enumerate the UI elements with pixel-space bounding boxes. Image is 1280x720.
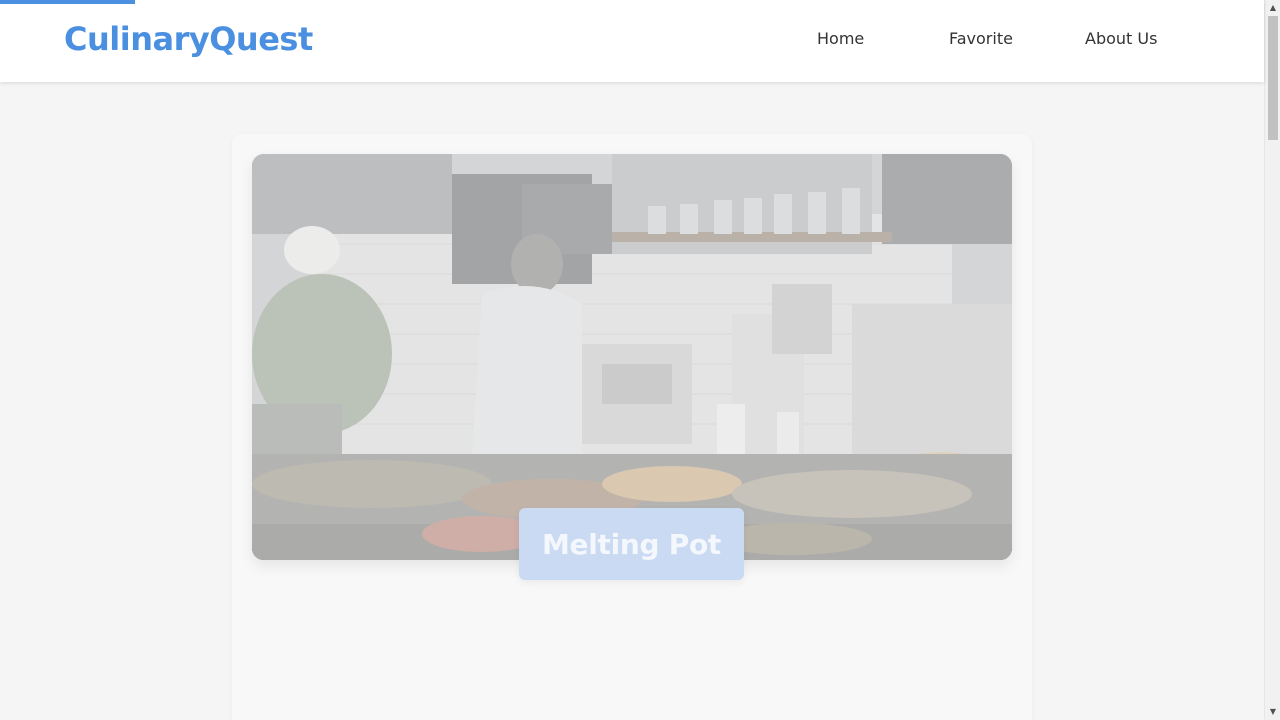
scroll-up-arrow-icon[interactable]: ▲ [1265, 0, 1280, 16]
site-header: CulinaryQuest Home Favorite About Us [0, 0, 1264, 82]
nav-about-us[interactable]: About Us [1085, 29, 1157, 48]
reading-progress-bar [0, 0, 135, 4]
vertical-scrollbar[interactable]: ▲ ▼ [1264, 0, 1280, 720]
brand-logo[interactable]: CulinaryQuest [64, 20, 313, 58]
restaurant-title: Melting Pot [541, 527, 721, 561]
nav-home[interactable]: Home [817, 29, 864, 48]
scroll-down-arrow-icon[interactable]: ▼ [1265, 704, 1280, 720]
restaurant-hero-image [252, 154, 1012, 560]
restaurant-title-badge: Melting Pot [519, 508, 744, 580]
nav-favorite[interactable]: Favorite [949, 29, 1013, 48]
scroll-thumb[interactable] [1268, 16, 1278, 140]
hero-fade-overlay [252, 154, 1012, 560]
